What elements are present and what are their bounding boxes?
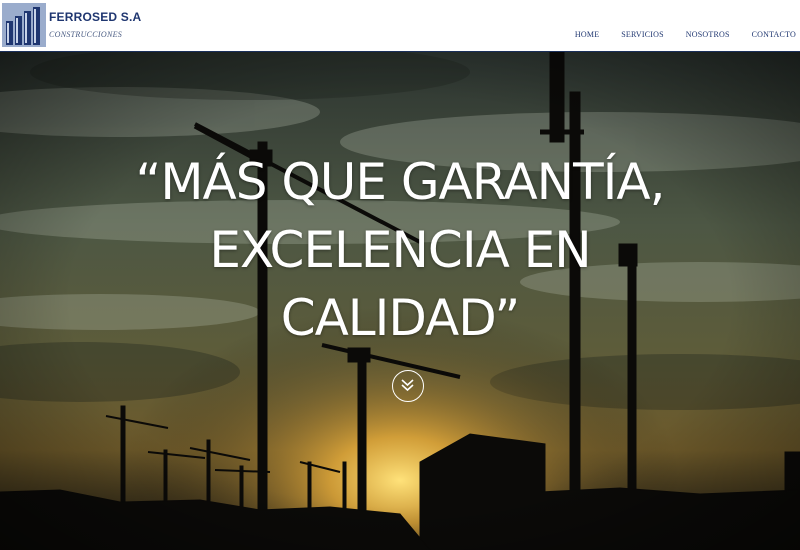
- brand-tagline: CONSTRUCCIONES: [49, 30, 123, 39]
- nav-item-home[interactable]: HOME: [575, 30, 599, 39]
- building-logo-icon: [2, 3, 46, 47]
- main-nav: HOME SERVICIOS NOSOTROS CONTACTO: [553, 30, 796, 39]
- hero-headline-line-2: EXCELENCIA EN: [209, 221, 591, 279]
- brand-logo[interactable]: FERROSED S.A CONSTRUCCIONES: [2, 3, 141, 47]
- hero-headline-line-1: “MÁS QUE GARANTÍA,: [135, 153, 666, 211]
- nav-item-contacto[interactable]: CONTACTO: [752, 30, 796, 39]
- scroll-down-button[interactable]: [392, 370, 424, 402]
- hero-headline-line-3: CALIDAD”: [280, 289, 521, 347]
- hero-headline: “MÁS QUE GARANTÍA, EXCELENCIA EN CALIDAD…: [0, 148, 800, 352]
- top-navbar: FERROSED S.A CONSTRUCCIONES HOME SERVICI…: [0, 0, 800, 52]
- nav-item-nosotros[interactable]: NOSOTROS: [686, 30, 730, 39]
- hero-section: “MÁS QUE GARANTÍA, EXCELENCIA EN CALIDAD…: [0, 52, 800, 550]
- brand-name: FERROSED S.A: [49, 10, 142, 24]
- double-chevron-down-icon: [401, 379, 414, 392]
- nav-item-servicios[interactable]: SERVICIOS: [621, 30, 664, 39]
